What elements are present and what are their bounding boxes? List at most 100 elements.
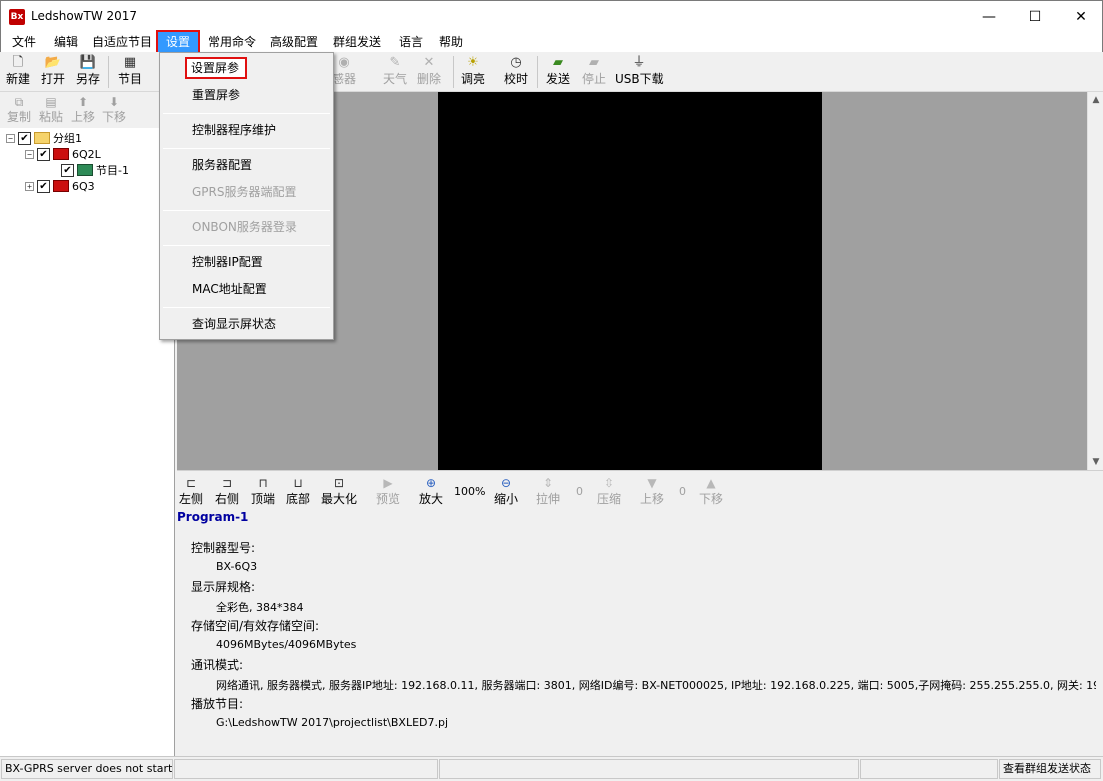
brightness-button[interactable]: ☀ 调亮 [455, 54, 491, 90]
shift-up-button[interactable]: ▼ 上移 [640, 474, 664, 506]
paste-icon: ▤ [45, 95, 57, 109]
menu-separator [163, 307, 330, 308]
screen-checkbox[interactable]: ✔ [37, 179, 50, 193]
align-right-button[interactable]: ⊐ 右侧 [215, 474, 239, 506]
zoom-out-button[interactable]: ⊖ 缩小 [494, 474, 518, 506]
program-icon: ▦ [123, 55, 137, 70]
compress-button[interactable]: ⇳ 压缩 [597, 474, 621, 506]
minimize-button[interactable]: — [966, 1, 1012, 33]
scroll-up-icon[interactable]: ▲ [1088, 92, 1103, 108]
title-bar: Bx LedshowTW 2017 — ☐ ✕ [0, 0, 1103, 32]
tree-node-screen[interactable]: + ✔ 6Q3 [25, 178, 95, 194]
maximize-icon: ⊡ [333, 476, 345, 490]
menu-item-controller-ip-config[interactable]: 控制器IP配置 [161, 251, 333, 273]
app-logo-icon: Bx [9, 9, 25, 25]
menu-edit[interactable]: 编辑 [51, 34, 81, 52]
align-bottom-button[interactable]: ⊔ 底部 [286, 474, 310, 506]
menu-advanced-config[interactable]: 高级配置 [267, 34, 321, 52]
preview-button[interactable]: ▶ 预览 [376, 474, 400, 506]
shift-value: 0 [679, 485, 686, 498]
move-down-button[interactable]: ⬇ 下移 [99, 94, 129, 124]
stop-button[interactable]: ▰ 停止 [576, 54, 612, 90]
menu-item-onbon-server-login[interactable]: ONBON服务器登录 [161, 216, 333, 238]
zoom-in-button[interactable]: ⊕ 放大 [419, 474, 443, 506]
menu-item-mac-address-config[interactable]: MAC地址配置 [161, 278, 333, 300]
menu-item-gprs-server-config[interactable]: GPRS服务器端配置 [161, 181, 333, 203]
toolbar-separator [108, 56, 109, 88]
new-file-icon: 🗋 [12, 55, 24, 70]
open-button[interactable]: 📂 打开 [35, 54, 71, 90]
shift-down-button[interactable]: ▲ 下移 [699, 474, 723, 506]
align-right-icon: ⊐ [221, 476, 233, 490]
shift-up-icon: ▼ [647, 476, 657, 490]
align-left-button[interactable]: ⊏ 左侧 [179, 474, 203, 506]
expand-icon[interactable]: + [25, 181, 34, 191]
delete-x-icon: ✕ [423, 55, 435, 70]
screen-checkbox[interactable]: ✔ [37, 147, 50, 161]
program-button[interactable]: ▦ 节目 [112, 54, 148, 90]
comm-mode-value: 网络通讯, 服务器模式, 服务器IP地址: 192.168.0.11, 服务器端… [216, 679, 1096, 692]
storage-label: 存储空间/有效存储空间: [191, 619, 320, 633]
layout-toolbar: ⊏ 左侧 ⊐ 右侧 ⊓ 顶端 ⊔ 底部 ⊡ 最大化 ▶ 预览 ⊕ 放大 100%… [177, 470, 1103, 510]
menu-separator [163, 113, 330, 114]
program-checkbox[interactable]: ✔ [61, 163, 74, 177]
tree-toolbar: ⧉ 复制 ▤ 粘贴 ⬆ 上移 ⬇ 下移 [0, 92, 174, 128]
tree-node-program[interactable]: ✔ 节目-1 [61, 162, 129, 178]
collapse-icon[interactable]: − [6, 133, 15, 143]
group-send-status-link[interactable]: 查看群组发送状态 [999, 759, 1101, 779]
align-top-button[interactable]: ⊓ 顶端 [251, 474, 275, 506]
stretch-value: 0 [576, 485, 583, 498]
stretch-button[interactable]: ⇕ 拉伸 [536, 474, 560, 506]
menu-item-controller-maintenance[interactable]: 控制器程序维护 [161, 119, 333, 141]
menu-group-send[interactable]: 群组发送 [330, 34, 384, 52]
controller-model-value: BX-6Q3 [216, 560, 258, 573]
new-button[interactable]: 🗋 新建 [0, 54, 36, 90]
screen-icon [53, 180, 69, 192]
delete-button[interactable]: ✕ 删除 [411, 54, 447, 90]
program-name: Program-1 [177, 510, 249, 524]
tree-node-group[interactable]: − ✔ 分组1 [6, 130, 82, 146]
folder-icon [34, 132, 50, 144]
led-screen-canvas[interactable] [438, 92, 822, 470]
menu-item-query-screen-status[interactable]: 查询显示屏状态 [161, 313, 333, 335]
move-up-button[interactable]: ⬆ 上移 [68, 94, 98, 124]
weather-button[interactable]: ✎ 天气 [377, 54, 413, 90]
close-button[interactable]: ✕ [1058, 1, 1103, 33]
menu-file[interactable]: 文件 [9, 34, 39, 52]
scroll-down-icon[interactable]: ▼ [1088, 454, 1103, 470]
copy-button[interactable]: ⧉ 复制 [4, 94, 34, 124]
controller-model-label: 控制器型号: [191, 541, 256, 555]
screen-spec-value: 全彩色, 384*384 [216, 601, 304, 614]
menu-common-commands[interactable]: 常用命令 [205, 34, 259, 52]
arrow-up-icon: ⬆ [77, 95, 89, 109]
zoom-level: 100% [454, 485, 486, 498]
save-disk-icon: 💾 [79, 55, 97, 70]
canvas-scrollbar[interactable]: ▲ ▼ [1087, 92, 1103, 470]
maximize-button[interactable]: ☐ [1012, 1, 1058, 33]
time-sync-button[interactable]: ◷ 校时 [498, 54, 534, 90]
menu-item-reset-screen-params[interactable]: 重置屏参 [161, 84, 333, 106]
zoom-in-icon: ⊕ [425, 476, 437, 490]
menu-item-set-screen-params[interactable]: 设置屏参 [185, 57, 247, 79]
menu-help[interactable]: 帮助 [436, 34, 466, 52]
program-info-panel: Program-1 控制器型号: BX-6Q3 显示屏规格: 全彩色, 384*… [177, 510, 1103, 756]
send-button[interactable]: ▰ 发送 [540, 54, 576, 90]
menu-language[interactable]: 语言 [396, 34, 426, 52]
group-checkbox[interactable]: ✔ [18, 131, 31, 145]
paste-button[interactable]: ▤ 粘贴 [36, 94, 66, 124]
screen-spec-label: 显示屏规格: [191, 580, 256, 594]
usb-icon: ⏚ [632, 55, 646, 70]
menu-settings[interactable]: 设置 [155, 30, 201, 54]
menu-adaptive-program[interactable]: 自适应节目 [89, 34, 155, 52]
screen-icon [53, 148, 69, 160]
menu-separator [163, 148, 330, 149]
maximize-area-button[interactable]: ⊡ 最大化 [321, 474, 357, 506]
storage-value: 4096MBytes/4096MBytes [216, 638, 357, 651]
save-as-button[interactable]: 💾 另存 [70, 54, 106, 90]
menu-item-server-config[interactable]: 服务器配置 [161, 154, 333, 176]
usb-download-button[interactable]: ⏚ USB下载 [615, 54, 664, 90]
menu-separator [163, 245, 330, 246]
tree-node-screen[interactable]: − ✔ 6Q2L [25, 146, 101, 162]
collapse-icon[interactable]: − [25, 149, 34, 159]
settings-dropdown-menu: 设置屏参 重置屏参 控制器程序维护 服务器配置 GPRS服务器端配置 ONBON… [159, 52, 334, 340]
